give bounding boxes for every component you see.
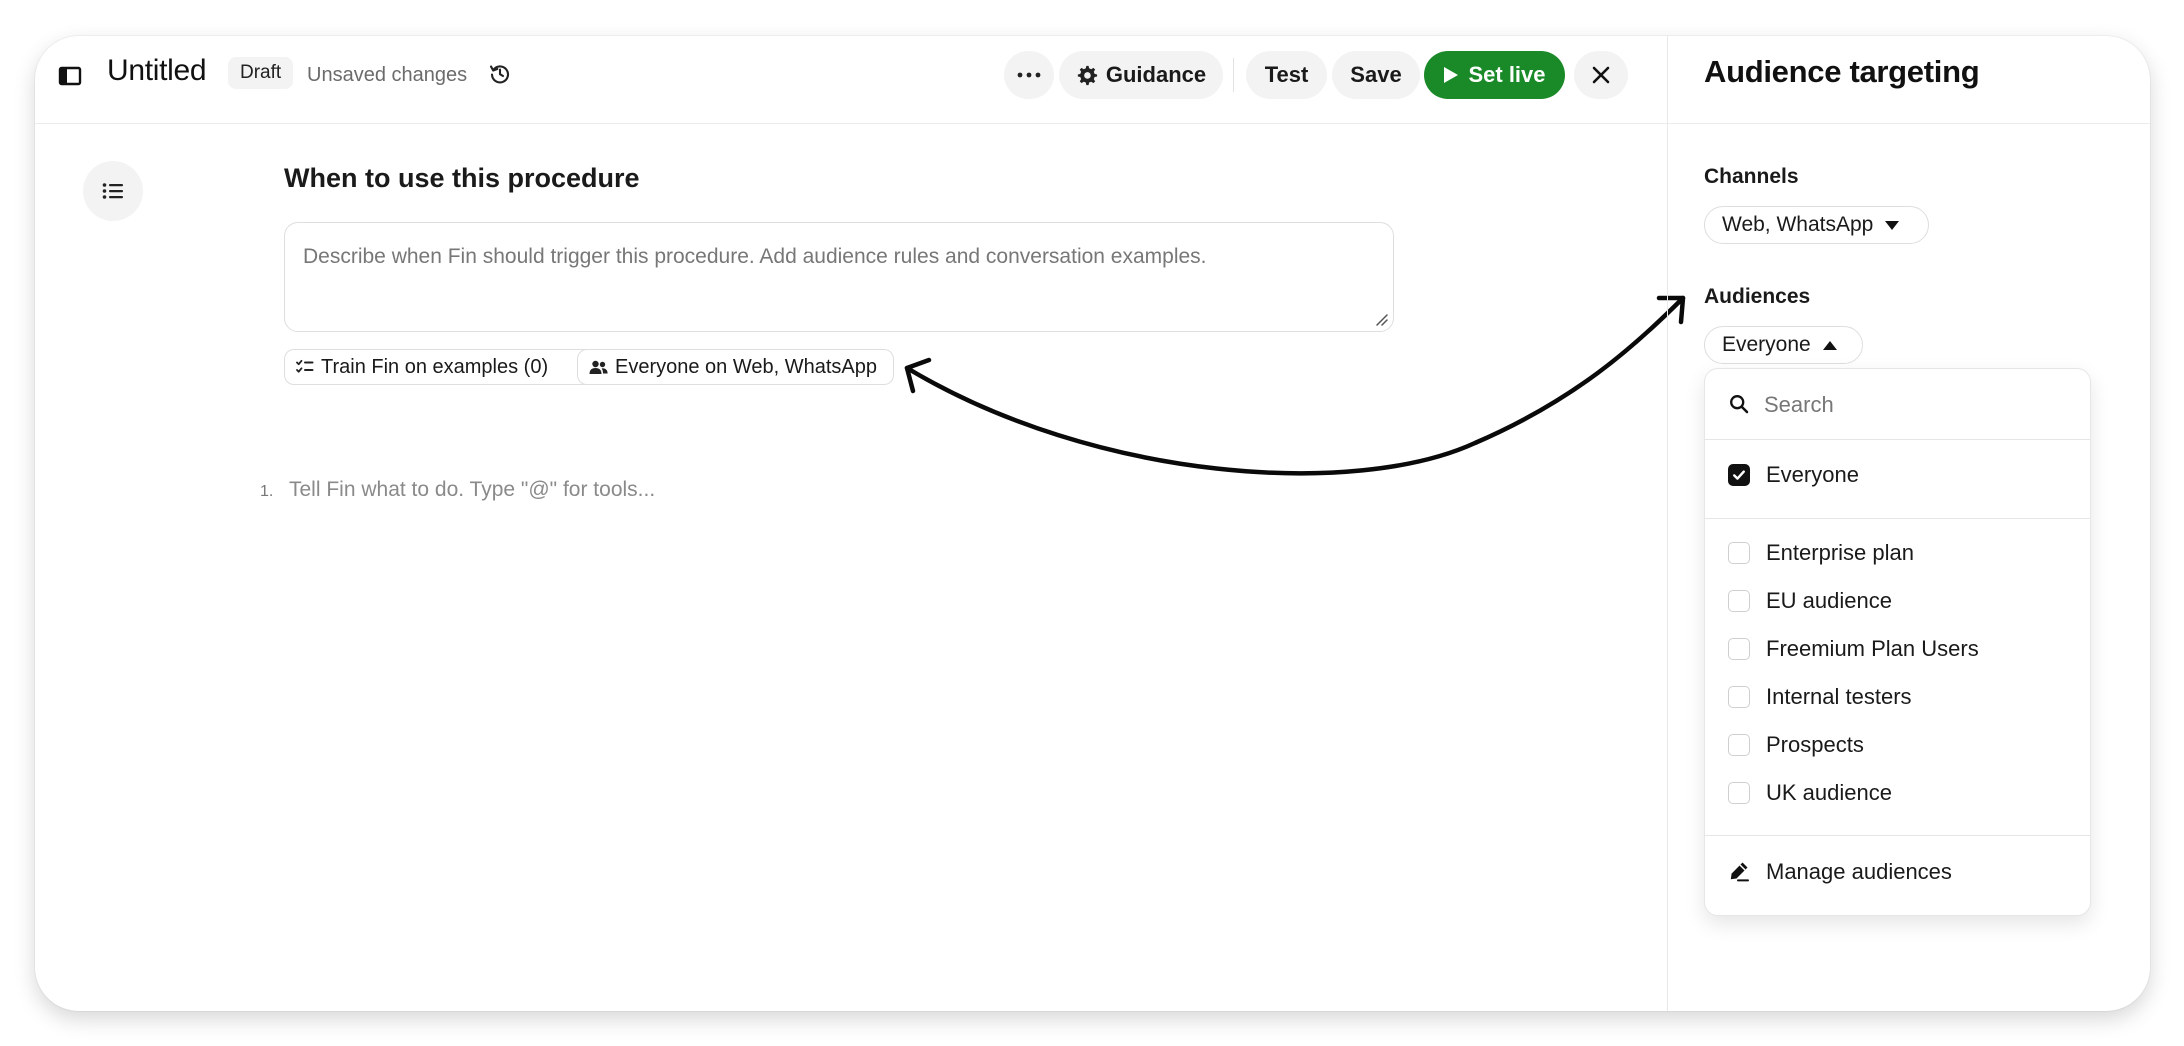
pencil-icon: [1730, 862, 1749, 882]
train-examples-chip[interactable]: Train Fin on examples (0): [284, 349, 599, 385]
menu-divider: [1705, 518, 2090, 519]
option-label: Enterprise plan: [1766, 540, 1914, 565]
channels-value: Web, WhatsApp: [1722, 213, 1874, 236]
header-divider: [35, 123, 1667, 124]
channels-dropdown[interactable]: Web, WhatsApp: [1704, 206, 1929, 244]
option-freemium-plan-users[interactable]: Freemium Plan Users: [1705, 626, 2090, 670]
panel-title: Audience targeting: [1704, 54, 1980, 89]
step-input[interactable]: Tell Fin what to do. Type "@" for tools.…: [289, 478, 655, 502]
guidance-button[interactable]: Guidance: [1059, 51, 1223, 99]
option-prospects[interactable]: Prospects: [1705, 722, 2090, 766]
channels-label: Channels: [1704, 165, 1799, 188]
history-icon[interactable]: [488, 62, 512, 86]
option-label: Freemium Plan Users: [1766, 636, 1979, 661]
checkbox[interactable]: [1728, 782, 1750, 804]
checklist-icon: [296, 359, 314, 373]
search-icon: [1730, 395, 1749, 414]
audience-targeting-panel: Audience targeting Channels Web, WhatsAp…: [1667, 36, 2150, 1011]
save-button[interactable]: Save: [1332, 51, 1420, 99]
gear-icon: [1077, 65, 1097, 86]
audience-chip-label: Everyone on Web, WhatsApp: [615, 355, 877, 378]
caret-down-icon: [1885, 220, 1900, 230]
option-enterprise-plan[interactable]: Enterprise plan: [1705, 530, 2090, 574]
more-button[interactable]: [1004, 51, 1054, 99]
checkbox[interactable]: [1728, 686, 1750, 708]
header-separator: [1233, 58, 1234, 92]
manage-audiences-label: Manage audiences: [1766, 859, 1952, 884]
section-title: When to use this procedure: [284, 163, 640, 193]
option-uk-audience[interactable]: UK audience: [1705, 770, 2090, 814]
people-icon: [589, 360, 608, 374]
audiences-menu: Everyone Enterprise plan EU audience Fre…: [1704, 368, 2091, 916]
page-title[interactable]: Untitled: [107, 54, 207, 88]
menu-divider: [1705, 439, 2090, 440]
close-icon: [1592, 66, 1610, 84]
check-icon: [1733, 470, 1745, 480]
option-label: EU audience: [1766, 588, 1892, 613]
status-badge: Draft: [228, 57, 294, 89]
audience-chip[interactable]: Everyone on Web, WhatsApp: [577, 349, 894, 385]
checkbox[interactable]: [1728, 542, 1750, 564]
audiences-label: Audiences: [1704, 285, 1811, 308]
procedure-editor-window: Untitled Draft Unsaved changes Guidance …: [35, 36, 2150, 1011]
checkbox-checked[interactable]: [1728, 464, 1750, 486]
checkbox[interactable]: [1728, 638, 1750, 660]
audiences-value: Everyone: [1722, 333, 1811, 356]
audiences-dropdown[interactable]: Everyone: [1704, 326, 1863, 364]
checkbox[interactable]: [1728, 590, 1750, 612]
set-live-button[interactable]: Set live: [1424, 51, 1565, 99]
more-icon: [1017, 72, 1041, 78]
describe-input[interactable]: [285, 223, 1393, 331]
option-eu-audience[interactable]: EU audience: [1705, 578, 2090, 622]
step-number: 1.: [260, 483, 274, 500]
option-label: Internal testers: [1766, 684, 1912, 709]
caret-up-icon: [1822, 340, 1837, 350]
close-button[interactable]: [1574, 51, 1628, 99]
search-input[interactable]: [1762, 385, 2066, 425]
option-everyone[interactable]: Everyone: [1705, 452, 2090, 496]
option-internal-testers[interactable]: Internal testers: [1705, 674, 2090, 718]
menu-divider: [1705, 835, 2090, 836]
sidebar-toggle-icon[interactable]: [57, 64, 85, 88]
option-label: Prospects: [1766, 732, 1864, 757]
outline-button[interactable]: [83, 161, 143, 221]
guidance-label: Guidance: [1105, 62, 1207, 87]
set-live-label: Set live: [1468, 62, 1546, 87]
option-label: UK audience: [1766, 780, 1892, 805]
resize-handle-icon[interactable]: [1374, 312, 1388, 326]
list-icon: [102, 183, 123, 199]
panel-divider: [1668, 123, 2150, 124]
checkbox[interactable]: [1728, 734, 1750, 756]
search-row: [1705, 369, 2090, 439]
unsaved-changes-text: Unsaved changes: [307, 64, 468, 86]
manage-audiences-button[interactable]: Manage audiences: [1705, 847, 2090, 895]
describe-box: [284, 222, 1394, 332]
play-icon: [1444, 67, 1459, 83]
test-button[interactable]: Test: [1246, 51, 1327, 99]
train-chip-label: Train Fin on examples (0): [321, 355, 549, 378]
option-label: Everyone: [1766, 462, 1859, 487]
